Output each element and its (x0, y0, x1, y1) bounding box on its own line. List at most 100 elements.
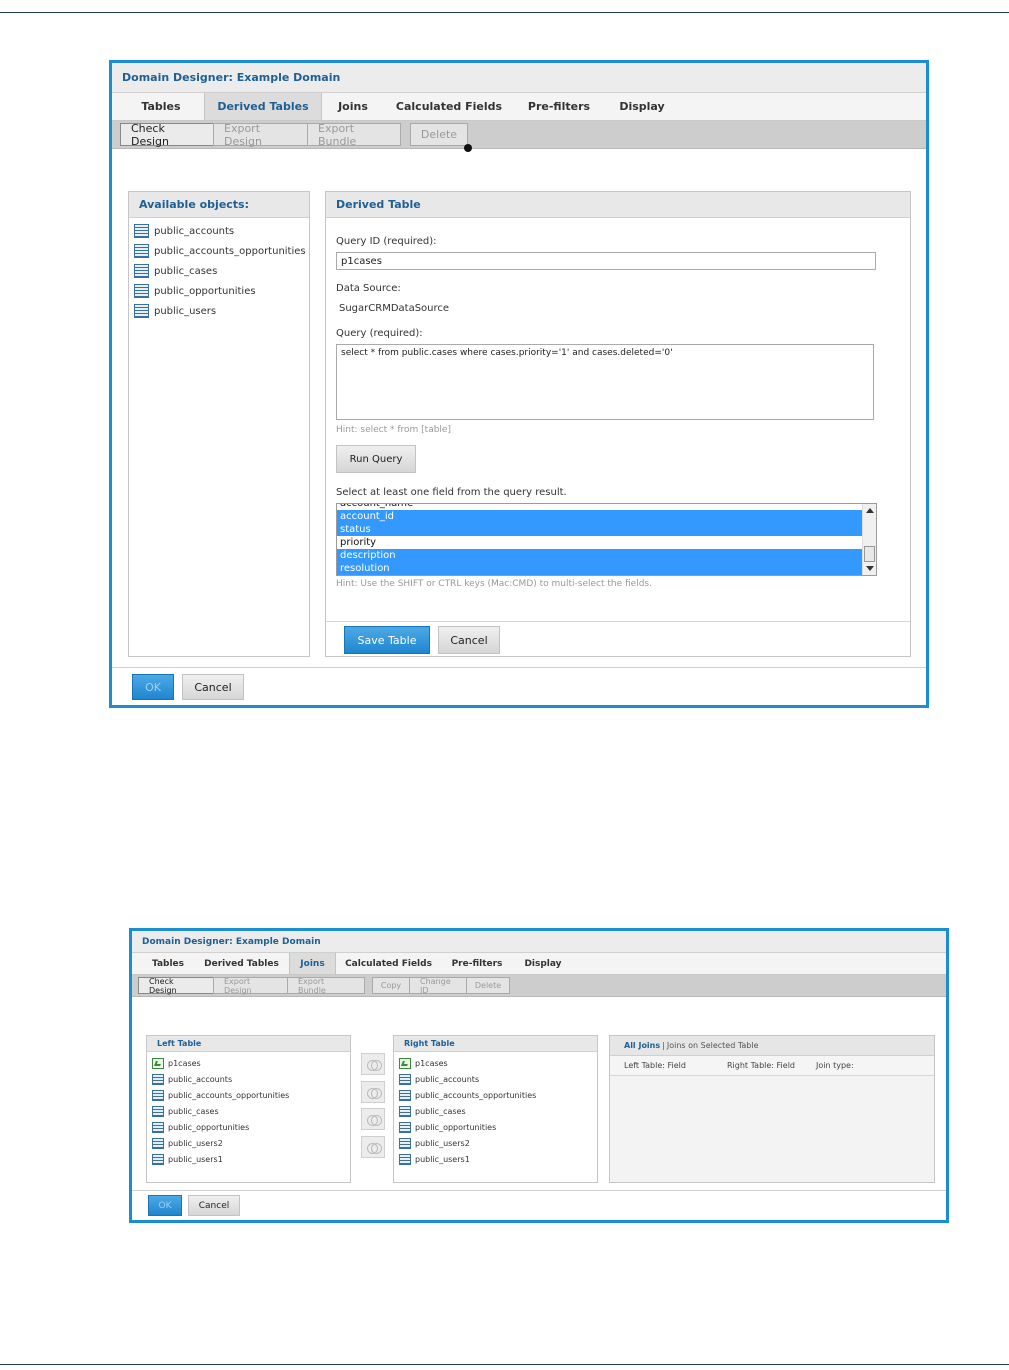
scroll-thumb[interactable] (864, 546, 875, 562)
full-outer-join-icon[interactable] (361, 1136, 385, 1158)
table-icon (399, 1089, 411, 1101)
table-icon (399, 1121, 411, 1133)
object-item[interactable]: public_accounts_opportunities (134, 241, 309, 261)
run-query-button[interactable]: Run Query (336, 445, 416, 473)
query-id-input[interactable]: p1cases (336, 252, 876, 270)
right-table-item[interactable]: public_accounts_opportunities (399, 1087, 597, 1103)
right-table-item[interactable]: public_users1 (399, 1151, 597, 1167)
table-icon (399, 1073, 411, 1085)
delete-button[interactable]: Delete (410, 123, 468, 146)
fields-scrollbar[interactable] (862, 504, 876, 575)
domain-designer-derived-tables: Domain Designer: Example Domain Tables D… (109, 60, 929, 708)
scroll-down-arrow-icon[interactable] (866, 566, 874, 571)
cursor-dot (464, 144, 472, 152)
tab-display[interactable]: Display (604, 93, 680, 120)
ok-button[interactable]: OK (148, 1195, 182, 1216)
top-rule (0, 12, 1009, 13)
joins-selected-link[interactable]: Joins on Selected Table (667, 1041, 759, 1050)
data-source-value: SugarCRMDataSource (339, 303, 450, 314)
query-hint: Hint: select * from [table] (336, 425, 451, 435)
left-table-item[interactable]: p1cases (152, 1055, 350, 1071)
cancel-button[interactable]: Cancel (188, 1195, 240, 1216)
scroll-up-arrow-icon[interactable] (866, 508, 874, 513)
col-join-type: Join type: (816, 1061, 854, 1070)
check-design-button[interactable]: Check Design (120, 122, 214, 148)
bottom-rule (0, 1364, 1009, 1365)
query-id-label: Query ID (required): (336, 236, 437, 247)
table-icon (152, 1105, 164, 1117)
right-table-panel: Right Table p1cases public_accounts publ… (393, 1035, 598, 1183)
tab-derived-tables[interactable]: Derived Tables (204, 93, 322, 120)
fields-listbox[interactable]: account_name account_id status priority … (336, 503, 877, 576)
delete-button[interactable]: Delete (466, 977, 510, 994)
left-outer-join-icon[interactable] (361, 1081, 385, 1103)
object-item[interactable]: public_opportunities (134, 281, 309, 301)
field-option[interactable]: account_name (337, 504, 862, 510)
tab-joins[interactable]: Joins (289, 953, 336, 974)
table-icon (399, 1137, 411, 1149)
ok-button[interactable]: OK (132, 674, 174, 700)
field-option[interactable]: priority (337, 536, 862, 549)
tab-display[interactable]: Display (513, 953, 573, 974)
left-table-item[interactable]: public_opportunities (152, 1119, 350, 1135)
dialog-footer: OK Cancel (132, 1190, 946, 1220)
cancel-table-button[interactable]: Cancel (438, 626, 500, 654)
tab-tables[interactable]: Tables (118, 93, 204, 120)
right-table-item[interactable]: public_accounts (399, 1071, 597, 1087)
change-id-button[interactable]: Change ID (409, 977, 467, 995)
joins-columns: Left Table: Field Right Table: Field Joi… (610, 1056, 934, 1076)
inner-join-icon[interactable] (361, 1053, 385, 1075)
left-table-heading: Left Table (147, 1036, 350, 1052)
domain-designer-joins: Domain Designer: Example Domain Tables D… (129, 928, 949, 1223)
copy-button[interactable]: Copy (372, 977, 410, 994)
export-design-button[interactable]: Export Design (213, 977, 288, 995)
object-item[interactable]: public_cases (134, 261, 309, 281)
save-table-button[interactable]: Save Table (344, 626, 430, 654)
table-icon (399, 1153, 411, 1165)
tab-pre-filters[interactable]: Pre-filters (514, 93, 604, 120)
dialog-footer: OK Cancel (112, 667, 926, 705)
field-option[interactable]: description (337, 549, 862, 562)
export-design-button[interactable]: Export Design (213, 122, 308, 148)
derived-table-icon (399, 1057, 411, 1069)
right-table-item[interactable]: public_cases (399, 1103, 597, 1119)
tab-joins[interactable]: Joins (322, 93, 384, 120)
query-textarea[interactable]: select * from public.cases where cases.p… (336, 344, 874, 420)
export-bundle-button[interactable]: Export Bundle (307, 122, 401, 148)
right-outer-join-icon[interactable] (361, 1108, 385, 1130)
data-source-label: Data Source: (336, 283, 401, 294)
field-option[interactable]: account_id (337, 510, 862, 523)
tab-tables[interactable]: Tables (142, 953, 194, 974)
window-title-text: Domain Designer: Example Domain (142, 936, 321, 947)
cancel-button[interactable]: Cancel (182, 674, 244, 700)
fields-label: Select at least one field from the query… (336, 487, 567, 498)
right-table-item[interactable]: public_opportunities (399, 1119, 597, 1135)
check-design-button[interactable]: Check Design (138, 977, 214, 995)
left-table-item[interactable]: public_cases (152, 1103, 350, 1119)
object-item[interactable]: public_accounts (134, 221, 309, 241)
table-icon (134, 264, 149, 278)
right-table-item[interactable]: p1cases (399, 1055, 597, 1071)
all-joins-link[interactable]: All Joins (624, 1041, 660, 1050)
tab-bar: Tables Derived Tables Joins Calculated F… (132, 953, 946, 975)
field-option[interactable]: resolution (337, 562, 862, 575)
object-item[interactable]: public_users (134, 301, 309, 321)
fields-hint: Hint: Use the SHIFT or CTRL keys (Mac:CM… (336, 579, 652, 589)
tab-pre-filters[interactable]: Pre-filters (441, 953, 513, 974)
left-table-item[interactable]: public_accounts_opportunities (152, 1087, 350, 1103)
right-table-heading: Right Table (394, 1036, 597, 1052)
tab-calculated-fields[interactable]: Calculated Fields (336, 953, 441, 974)
left-table-panel: Left Table p1cases public_accounts publi… (146, 1035, 351, 1183)
tab-calculated-fields[interactable]: Calculated Fields (384, 93, 514, 120)
tab-derived-tables[interactable]: Derived Tables (194, 953, 289, 974)
left-table-item[interactable]: public_users2 (152, 1135, 350, 1151)
window-title: Domain Designer: Example Domain (112, 63, 926, 93)
joins-panel-header: All Joins | Joins on Selected Table (610, 1036, 934, 1056)
left-table-item[interactable]: public_users1 (152, 1151, 350, 1167)
right-table-item[interactable]: public_users2 (399, 1135, 597, 1151)
table-icon (152, 1153, 164, 1165)
left-table-item[interactable]: public_accounts (152, 1071, 350, 1087)
joins-panel: All Joins | Joins on Selected Table Left… (609, 1035, 935, 1183)
export-bundle-button[interactable]: Export Bundle (287, 977, 365, 995)
field-option[interactable]: status (337, 523, 862, 536)
